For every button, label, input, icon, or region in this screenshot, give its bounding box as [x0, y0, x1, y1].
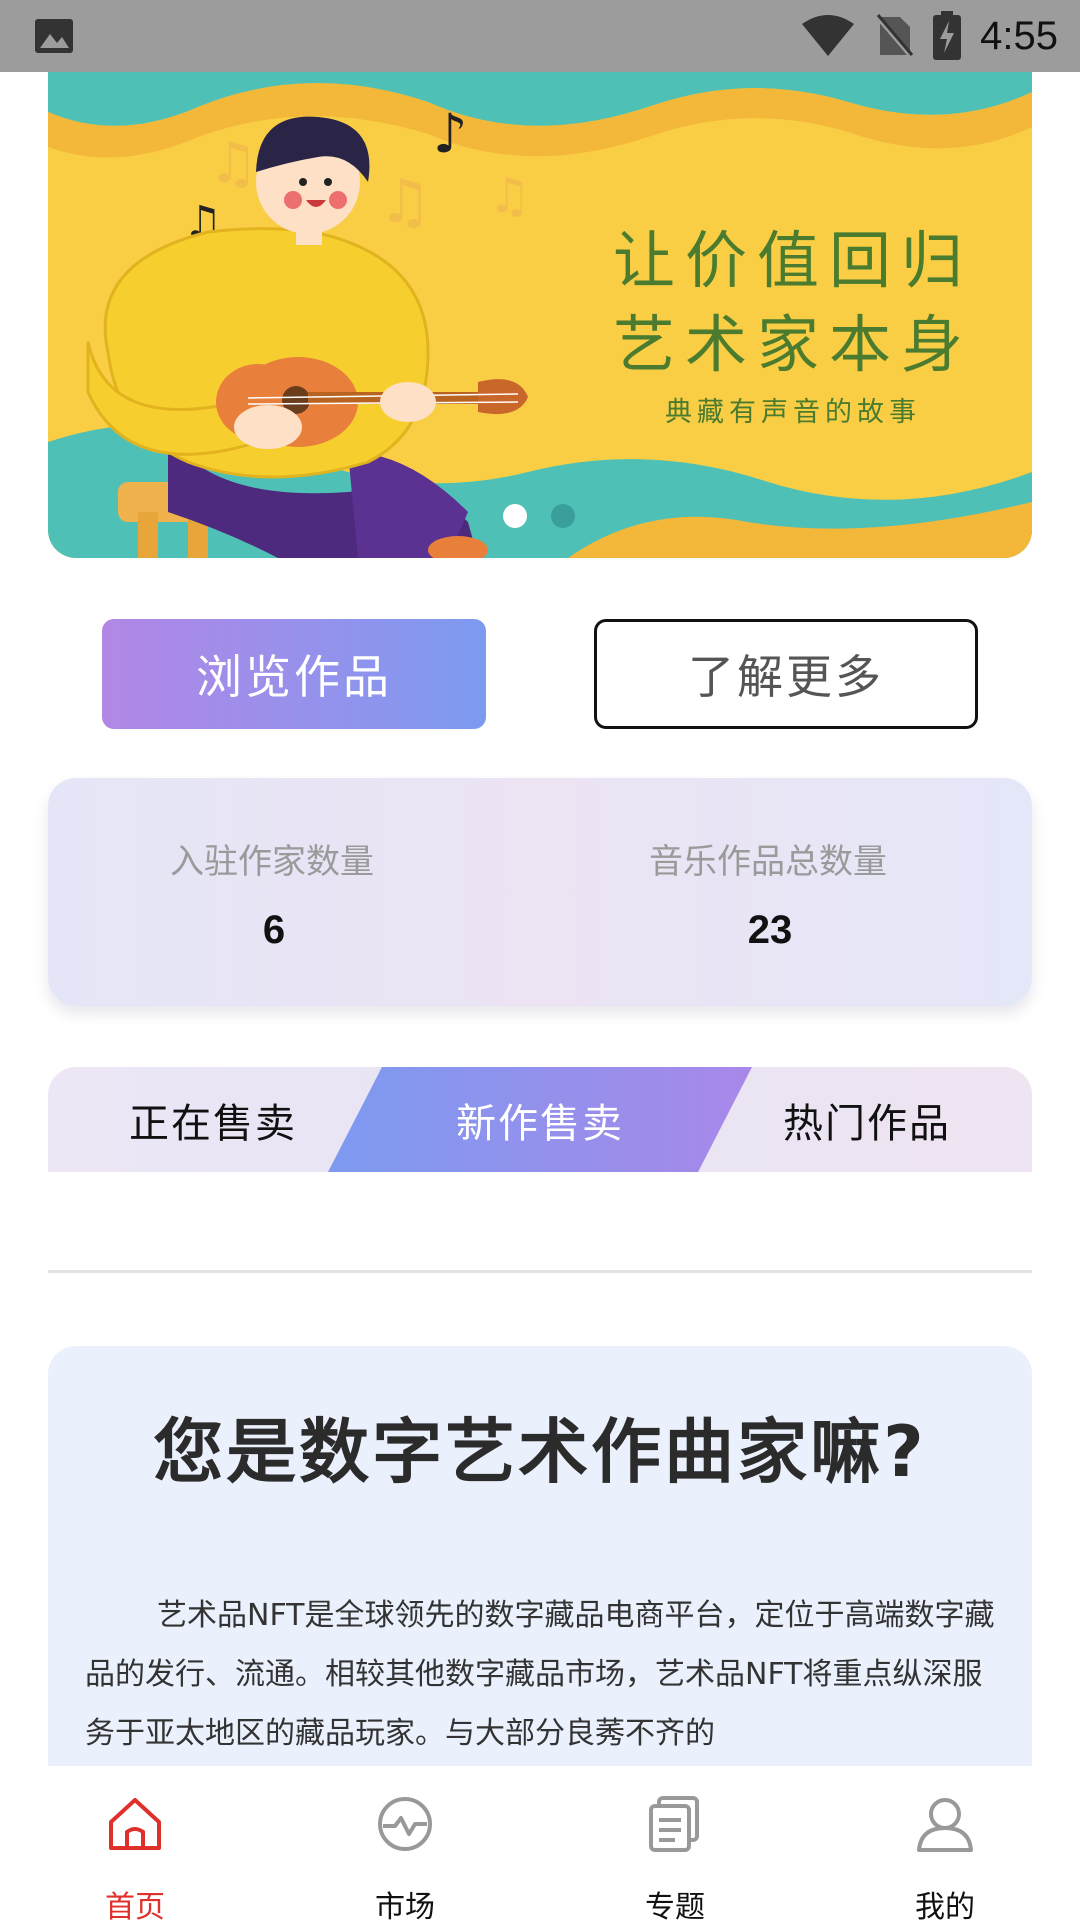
no-sim-icon	[874, 13, 915, 59]
status-time: 4:55	[980, 13, 1058, 58]
nav-home-label: 首页	[105, 1890, 165, 1920]
svg-text:♪: ♪	[433, 102, 467, 165]
nav-market[interactable]: 市场	[270, 1770, 540, 1920]
market-icon	[378, 1797, 432, 1851]
sale-tabs: 正在售卖 新作售卖 热门作品	[48, 1067, 1032, 1172]
bottom-nav: 首页 市场 专题 我的	[0, 1770, 1080, 1920]
artists-count-label: 入驻作家数量	[170, 842, 374, 882]
browse-works-button[interactable]: 浏览作品	[102, 619, 486, 729]
tab-new-releases[interactable]: 新作售卖	[358, 1067, 722, 1172]
svg-text:♫: ♫	[378, 167, 432, 237]
topics-icon	[649, 1796, 699, 1852]
tab-popular[interactable]: 热门作品	[702, 1067, 1032, 1172]
battery-charging-icon	[933, 11, 962, 60]
image-notification-icon	[35, 19, 73, 53]
artists-count-value: 6	[262, 908, 286, 952]
carousel-dot-1[interactable]	[503, 504, 527, 528]
banner-headline-line2: 艺术家本身	[612, 308, 973, 381]
stats-card: 入驻作家数量 6 音乐作品总数量 23	[48, 778, 1032, 1006]
section-divider	[48, 1270, 1032, 1273]
banner-headline-line1: 让价值回归	[612, 224, 973, 297]
nav-home[interactable]: 首页	[0, 1770, 270, 1920]
nav-topics-label: 专题	[645, 1890, 705, 1920]
works-count-label: 音乐作品总数量	[649, 842, 887, 882]
carousel-dot-2[interactable]	[551, 504, 575, 528]
tab-on-sale[interactable]: 正在售卖	[48, 1067, 378, 1172]
nav-topics[interactable]: 专题	[540, 1770, 810, 1920]
svg-text:♫: ♫	[488, 168, 531, 224]
promo-banner[interactable]: ♫ ♫ ♫ ♫ ♪ 让价值回归 艺术家本身 典藏有声音的故事	[48, 72, 1032, 558]
svg-text:♫: ♫	[208, 131, 258, 196]
info-body: 艺术品NFT是全球领先的数字藏品电商平台，定位于高端数字藏品的发行、流通。相较其…	[85, 1598, 995, 1751]
info-title: 您是数字艺术作曲家嘛?	[153, 1411, 927, 1493]
nav-profile-label: 我的	[915, 1890, 975, 1920]
status-bar: 4:55	[0, 0, 1080, 72]
works-stat: 音乐作品总数量 23	[540, 778, 1032, 1006]
nav-market-label: 市场	[375, 1890, 435, 1920]
composer-info-card: 您是数字艺术作曲家嘛? 艺术品NFT是全球领先的数字藏品电商平台，定位于高端数字…	[48, 1346, 1032, 1766]
wifi-icon	[802, 15, 855, 56]
profile-icon	[917, 1798, 973, 1852]
learn-more-button[interactable]: 了解更多	[594, 619, 978, 729]
home-icon	[109, 1798, 161, 1850]
works-count-value: 23	[747, 908, 793, 952]
artists-stat: 入驻作家数量 6	[48, 778, 540, 1006]
nav-profile[interactable]: 我的	[810, 1770, 1080, 1920]
banner-subtitle: 典藏有声音的故事	[665, 397, 921, 428]
